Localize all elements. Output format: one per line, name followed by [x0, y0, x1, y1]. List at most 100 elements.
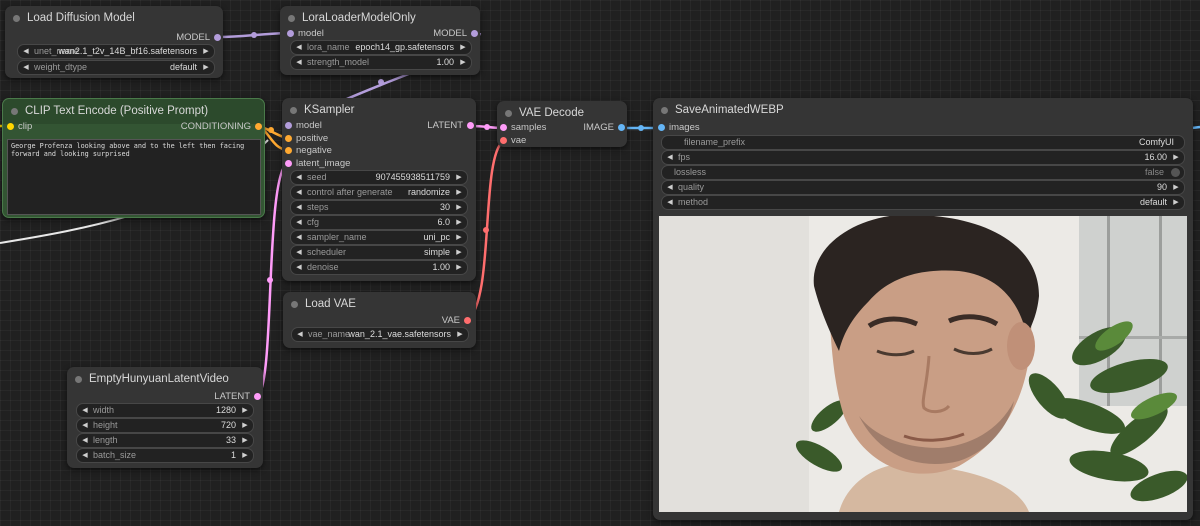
- arrow-right-icon[interactable]: ▶: [454, 216, 464, 229]
- arrow-left-icon[interactable]: ◀: [80, 419, 90, 432]
- output-model[interactable]: MODEL: [387, 28, 480, 40]
- input-model[interactable]: model: [283, 120, 322, 132]
- node-lora-loader[interactable]: LoraLoaderModelOnly model MODEL ◀ lora_n…: [280, 6, 480, 75]
- input-model-pin[interactable]: [285, 122, 292, 129]
- output-vae-pin[interactable]: [464, 317, 471, 324]
- node-clip-text-encode[interactable]: CLIP Text Encode (Positive Prompt) clip …: [2, 98, 265, 218]
- input-latent-image[interactable]: latent_image: [283, 158, 350, 170]
- arrow-right-icon[interactable]: ▶: [454, 201, 464, 214]
- input-negative-pin[interactable]: [285, 147, 292, 154]
- output-latent-pin[interactable]: [254, 393, 261, 400]
- output-model-pin[interactable]: [214, 34, 221, 41]
- arrow-left-icon[interactable]: ◀: [294, 56, 304, 69]
- arrow-left-icon[interactable]: ◀: [80, 449, 90, 462]
- arrow-right-icon[interactable]: ▶: [1171, 196, 1181, 209]
- output-latent[interactable]: LATENT: [383, 120, 476, 132]
- arrow-right-icon[interactable]: ▶: [201, 45, 211, 58]
- output-conditioning-pin[interactable]: [255, 123, 262, 130]
- arrow-left-icon[interactable]: ◀: [21, 45, 31, 58]
- seed-number[interactable]: ◀ seed 907455938511759 ▶: [290, 170, 468, 185]
- fps-number[interactable]: ◀ fps 16.00 ▶: [661, 150, 1185, 165]
- arrow-right-icon[interactable]: ▶: [454, 171, 464, 184]
- collapse-dot-icon[interactable]: [290, 107, 297, 114]
- arrow-right-icon[interactable]: ▶: [454, 261, 464, 274]
- batch-size-number[interactable]: ◀ batch_size 1 ▶: [76, 448, 254, 463]
- lossless-toggle[interactable]: lossless false: [661, 165, 1185, 180]
- arrow-left-icon[interactable]: ◀: [294, 201, 304, 214]
- arrow-right-icon[interactable]: ▶: [458, 56, 468, 69]
- output-model[interactable]: MODEL: [130, 32, 223, 44]
- arrow-right-icon[interactable]: ▶: [458, 41, 468, 54]
- strength-model-number[interactable]: ◀ strength_model 1.00 ▶: [290, 55, 472, 70]
- collapse-dot-icon[interactable]: [288, 15, 295, 22]
- node-load-diffusion-model[interactable]: Load Diffusion Model MODEL ◀ unet_name w…: [5, 6, 223, 78]
- arrow-left-icon[interactable]: ◀: [294, 246, 304, 259]
- method-combo[interactable]: ◀ method default ▶: [661, 195, 1185, 210]
- arrow-left-icon[interactable]: ◀: [665, 151, 675, 164]
- arrow-right-icon[interactable]: ▶: [240, 419, 250, 432]
- input-vae-pin[interactable]: [500, 137, 507, 144]
- vae-name-combo[interactable]: ◀ vae_name wan_2.1_vae.safetensors ▶: [291, 327, 469, 342]
- arrow-right-icon[interactable]: ▶: [240, 449, 250, 462]
- input-negative[interactable]: negative: [283, 145, 332, 157]
- node-title[interactable]: EmptyHunyuanLatentVideo: [67, 367, 263, 392]
- cfg-number[interactable]: ◀ cfg 6.0 ▶: [290, 215, 468, 230]
- input-samples-pin[interactable]: [500, 124, 507, 131]
- arrow-left-icon[interactable]: ◀: [294, 186, 304, 199]
- arrow-right-icon[interactable]: ▶: [454, 231, 464, 244]
- collapse-dot-icon[interactable]: [13, 15, 20, 22]
- input-latent-pin[interactable]: [285, 160, 292, 167]
- arrow-left-icon[interactable]: ◀: [294, 41, 304, 54]
- filename-prefix-text[interactable]: filename_prefix ComfyUI: [661, 135, 1185, 150]
- prompt-textarea[interactable]: George Profenza looking above and to the…: [7, 139, 261, 215]
- quality-number[interactable]: ◀ quality 90 ▶: [661, 180, 1185, 195]
- steps-number[interactable]: ◀ steps 30 ▶: [290, 200, 468, 215]
- arrow-right-icon[interactable]: ▶: [201, 61, 211, 74]
- input-images[interactable]: images: [656, 122, 700, 134]
- height-number[interactable]: ◀ height 720 ▶: [76, 418, 254, 433]
- toggle-knob-icon[interactable]: [1171, 168, 1180, 177]
- collapse-dot-icon[interactable]: [505, 110, 512, 117]
- width-number[interactable]: ◀ width 1280 ▶: [76, 403, 254, 418]
- node-title[interactable]: SaveAnimatedWEBP: [653, 98, 1193, 123]
- output-image[interactable]: IMAGE: [554, 122, 627, 134]
- arrow-right-icon[interactable]: ▶: [455, 328, 465, 341]
- input-images-pin[interactable]: [658, 124, 665, 131]
- weight-dtype-combo[interactable]: ◀ weight_dtype default ▶: [17, 60, 215, 75]
- scheduler-combo[interactable]: ◀ scheduler simple ▶: [290, 245, 468, 260]
- sampler-name-combo[interactable]: ◀ sampler_name uni_pc ▶: [290, 230, 468, 245]
- input-samples[interactable]: samples: [498, 122, 546, 134]
- arrow-right-icon[interactable]: ▶: [1171, 151, 1181, 164]
- node-load-vae[interactable]: Load VAE VAE ◀ vae_name wan_2.1_vae.safe…: [283, 292, 476, 348]
- collapse-dot-icon[interactable]: [75, 376, 82, 383]
- input-model[interactable]: model: [285, 28, 324, 40]
- lora-name-combo[interactable]: ◀ lora_name epoch14_gp.safetensors ▶: [290, 40, 472, 55]
- collapse-dot-icon[interactable]: [11, 108, 18, 115]
- denoise-number[interactable]: ◀ denoise 1.00 ▶: [290, 260, 468, 275]
- node-empty-hunyuan-latent-video[interactable]: EmptyHunyuanLatentVideo LATENT ◀ width 1…: [67, 367, 263, 468]
- control-after-generate-combo[interactable]: ◀ control after generate randomize ▶: [290, 185, 468, 200]
- output-latent-pin[interactable]: [467, 122, 474, 129]
- output-model-pin[interactable]: [471, 30, 478, 37]
- node-save-animated-webp[interactable]: SaveAnimatedWEBP images filename_prefix …: [653, 98, 1193, 520]
- arrow-left-icon[interactable]: ◀: [294, 171, 304, 184]
- arrow-left-icon[interactable]: ◀: [665, 196, 675, 209]
- arrow-left-icon[interactable]: ◀: [294, 216, 304, 229]
- output-latent[interactable]: LATENT: [170, 391, 263, 403]
- node-title[interactable]: Load Diffusion Model: [5, 6, 223, 31]
- node-ksampler[interactable]: KSampler model positive negative latent_…: [282, 98, 476, 281]
- arrow-right-icon[interactable]: ▶: [240, 434, 250, 447]
- arrow-left-icon[interactable]: ◀: [295, 328, 305, 341]
- arrow-left-icon[interactable]: ◀: [294, 261, 304, 274]
- arrow-left-icon[interactable]: ◀: [665, 181, 675, 194]
- length-number[interactable]: ◀ length 33 ▶: [76, 433, 254, 448]
- arrow-left-icon[interactable]: ◀: [294, 231, 304, 244]
- output-vae[interactable]: VAE: [400, 315, 473, 327]
- unet-name-combo[interactable]: ◀ unet_name wan2.1_t2v_14B_bf16.safetens…: [17, 44, 215, 59]
- input-vae[interactable]: vae: [498, 135, 526, 147]
- output-conditioning[interactable]: CONDITIONING: [131, 121, 264, 133]
- output-image-pin[interactable]: [618, 124, 625, 131]
- arrow-left-icon[interactable]: ◀: [21, 61, 31, 74]
- input-clip-pin[interactable]: [7, 123, 14, 130]
- collapse-dot-icon[interactable]: [291, 301, 298, 308]
